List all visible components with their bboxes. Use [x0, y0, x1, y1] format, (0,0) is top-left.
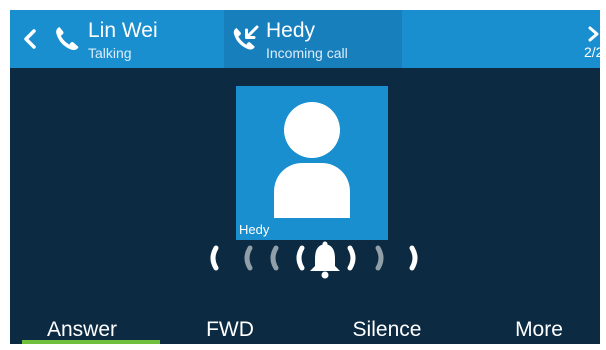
forward-button[interactable]: FWD: [160, 310, 300, 344]
ringing-indicator: [210, 241, 418, 279]
call-status: Incoming call: [266, 45, 348, 61]
bell-icon: [310, 241, 340, 279]
call-tab-hedy[interactable]: Hedy Incoming call: [224, 10, 402, 68]
answer-button[interactable]: Answer: [12, 310, 152, 344]
call-header: Lin Wei Talking Hedy Incoming call 2/2: [10, 10, 600, 68]
contact-photo: Hedy: [236, 86, 388, 240]
chevron-left-icon[interactable]: [18, 24, 42, 54]
call-status: Talking: [88, 45, 132, 61]
call-name: Lin Wei: [88, 19, 158, 42]
phone-icon: [56, 27, 79, 51]
softkey-bar: Answer FWD Silence More: [10, 310, 600, 344]
incoming-call-icon: [233, 25, 259, 50]
silence-button[interactable]: Silence: [317, 310, 457, 344]
more-button[interactable]: More: [469, 310, 600, 344]
phone-screen: Lin Wei Talking Hedy Incoming call 2/2 H…: [10, 10, 600, 344]
person-icon: [274, 102, 350, 218]
softkey-focus-indicator: [22, 340, 160, 344]
page-indicator: 2/2: [584, 44, 600, 60]
call-name: Hedy: [266, 19, 316, 42]
call-tab-lin-wei[interactable]: Lin Wei Talking: [48, 10, 224, 68]
chevron-right-icon[interactable]: [586, 26, 600, 42]
